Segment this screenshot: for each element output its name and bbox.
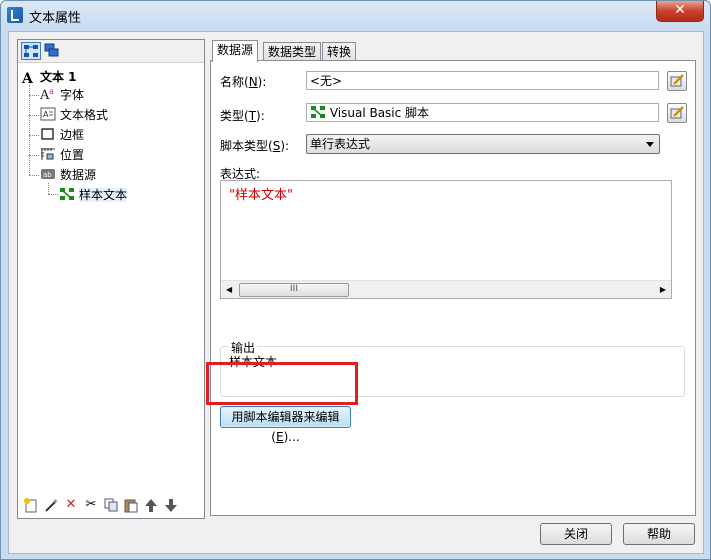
tree-action-toolbar: ✶ ✕ ✂	[18, 494, 204, 516]
tab-conversion[interactable]: 转换	[322, 42, 357, 61]
font-icon: Aa	[39, 87, 56, 103]
move-down-icon[interactable]	[163, 497, 179, 513]
cut-icon[interactable]: ✂	[83, 497, 99, 513]
help-button[interactable]: 帮助	[623, 523, 695, 545]
tree-view-icon[interactable]	[21, 42, 41, 60]
tree-item-sample-text[interactable]: 样本文本	[59, 186, 128, 204]
type-edit-button[interactable]	[667, 103, 687, 123]
move-up-icon[interactable]	[143, 497, 159, 513]
tree-item-label: 字体	[60, 88, 85, 102]
tree-item-label: 样本文本	[79, 188, 128, 202]
position-icon	[40, 147, 56, 161]
tree-item-label: 数据源	[60, 168, 97, 182]
expression-editor[interactable]: "样本文本" ◀ III ▶	[220, 180, 672, 299]
data-source-icon: ab	[40, 167, 56, 181]
expression-hscrollbar[interactable]: ◀ III ▶	[221, 280, 671, 298]
type-label: 类型(T):	[220, 109, 265, 123]
copy-icon[interactable]	[103, 497, 119, 513]
tree-item-position[interactable]: 位置	[40, 146, 84, 164]
name-label: 名称(N):	[220, 75, 267, 89]
magic-wand-icon[interactable]: ✶	[43, 497, 59, 513]
script-icon	[311, 106, 325, 118]
output-group: 输出 样本文本	[220, 339, 685, 397]
tree-item-border[interactable]: 边框	[40, 126, 84, 144]
output-value: 样本文本	[229, 355, 278, 369]
edit-with-script-editor-button[interactable]: 用脚本编辑器来编辑(E)...	[220, 406, 351, 444]
tree-item-data-source[interactable]: ab 数据源	[40, 166, 96, 184]
new-icon[interactable]	[23, 497, 39, 513]
tab-panel: 名称(N): <无> 类型(T): Visual Basic 脚本 脚本类型(S…	[210, 60, 696, 516]
scroll-left-icon[interactable]: ◀	[226, 285, 232, 294]
close-window-button[interactable]: ✕	[656, 1, 704, 22]
script-type-value: 单行表达式	[310, 137, 371, 151]
svg-text:✶: ✶	[52, 497, 59, 506]
tree-item-font[interactable]: Aa 字体	[39, 86, 85, 104]
tab-data-type[interactable]: 数据类型	[263, 42, 322, 61]
expression-text: "样本文本"	[229, 188, 293, 203]
scroll-thumb[interactable]: III	[239, 283, 349, 297]
stack-view-icon[interactable]	[43, 42, 61, 58]
tree-item-label: 边框	[60, 128, 85, 142]
border-icon	[40, 127, 56, 141]
svg-text:a: a	[49, 87, 54, 96]
title-bar: 文本属性 ✕	[1, 1, 710, 31]
tree-toolbar	[18, 40, 204, 63]
edit-property-icon	[670, 106, 684, 119]
text-format-icon: A	[40, 107, 56, 121]
svg-text:ab: ab	[43, 171, 52, 179]
dialog-window: 文本属性 ✕ A 文本 1 A a 字体 A 文本格式 边框 位置 ab 数据源…	[0, 0, 711, 560]
script-type-label: 脚本类型(S):	[220, 139, 290, 153]
type-field[interactable]: Visual Basic 脚本	[306, 103, 659, 122]
name-edit-button[interactable]	[667, 71, 687, 91]
text-a-icon: A	[22, 71, 33, 87]
tree-item-text-format[interactable]: A 文本格式	[40, 106, 108, 124]
close-button[interactable]: 关闭	[540, 523, 612, 545]
app-icon	[7, 7, 23, 23]
paste-icon[interactable]	[123, 497, 139, 513]
dialog-client: A 文本 1 Aa 字体 A 文本格式 边框 位置 ab 数据源 样本文本 ✶ …	[8, 31, 704, 554]
script-icon	[59, 187, 75, 201]
chevron-down-icon	[646, 142, 654, 147]
tree-item-label: 位置	[60, 148, 85, 162]
tree-item-label: 文本格式	[60, 108, 109, 122]
name-field[interactable]: <无>	[306, 71, 659, 90]
edit-property-icon	[670, 74, 684, 87]
type-value: Visual Basic 脚本	[329, 106, 430, 120]
script-type-select[interactable]: 单行表达式	[306, 134, 660, 154]
tab-data-source[interactable]: 数据源	[212, 40, 259, 62]
tree-root-label: 文本 1	[40, 70, 77, 84]
scroll-right-icon[interactable]: ▶	[660, 285, 666, 294]
window-title: 文本属性	[29, 11, 82, 26]
tree-panel: A 文本 1 Aa 字体 A 文本格式 边框 位置 ab 数据源 样本文本 ✶ …	[17, 39, 205, 519]
tree-root[interactable]: A 文本 1	[22, 68, 77, 87]
delete-icon[interactable]: ✕	[63, 497, 79, 513]
svg-text:A: A	[43, 110, 49, 119]
